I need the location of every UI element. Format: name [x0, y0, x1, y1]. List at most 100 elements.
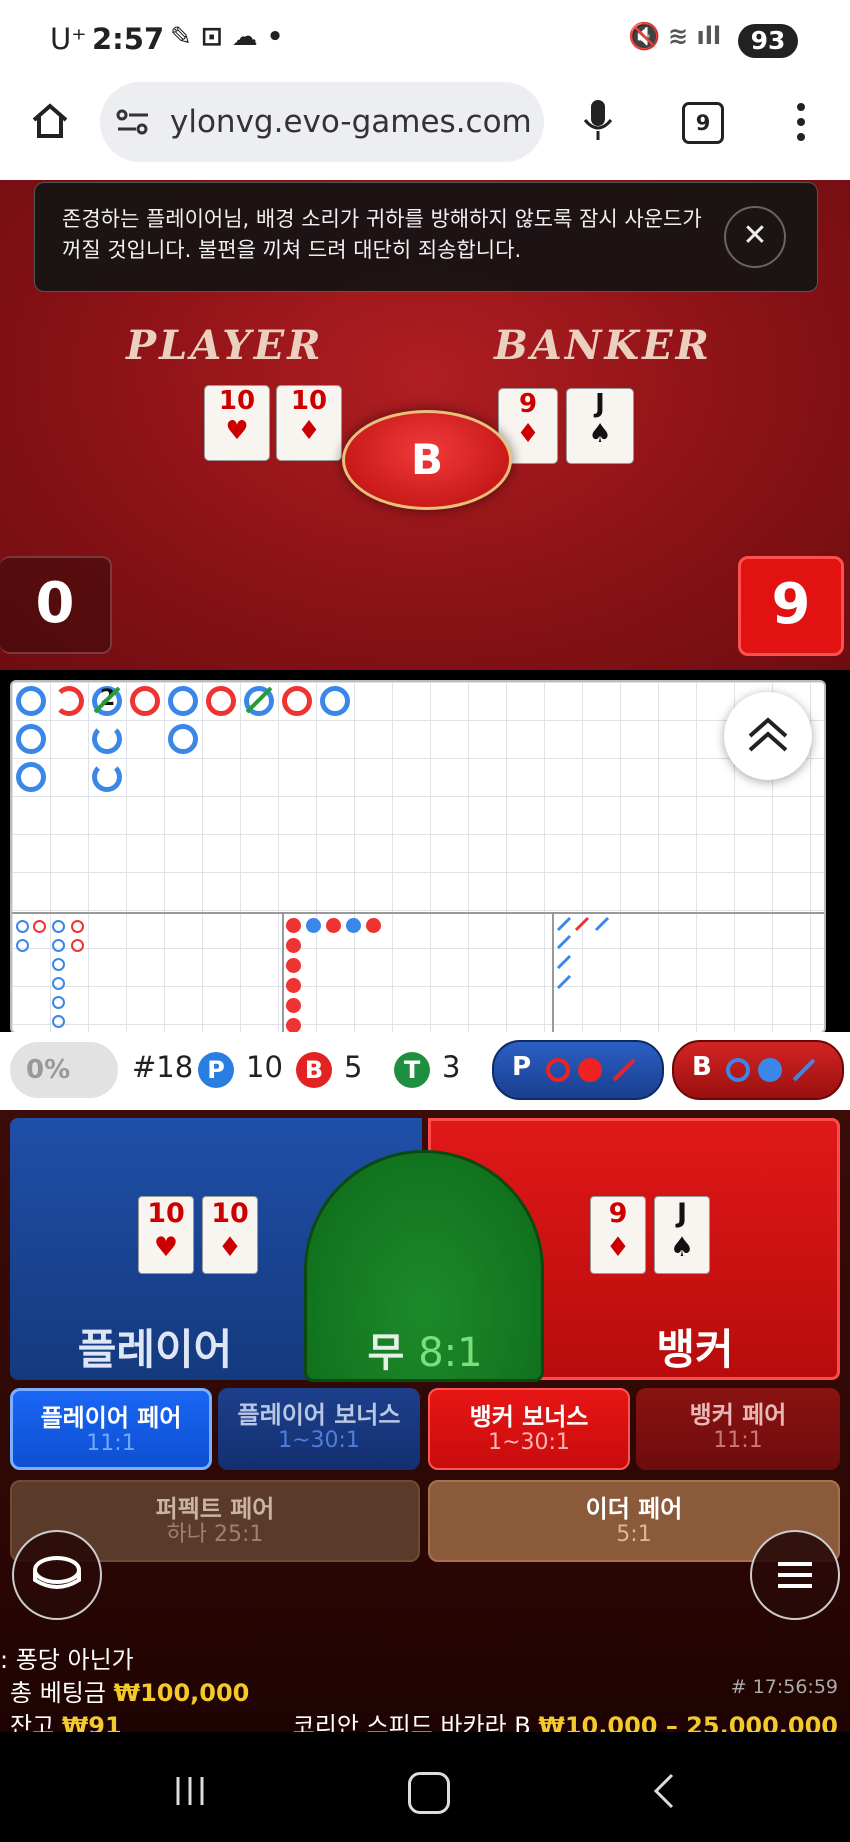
player-score: 0 [0, 556, 112, 654]
big-eye-mark [71, 920, 84, 933]
predict-small-road-icon [578, 1058, 602, 1082]
player-pair-odds: 11:1 [86, 1431, 136, 1456]
recent-apps-icon[interactable] [172, 1774, 208, 1808]
banker-pair-label: 뱅커 페어 [689, 1401, 787, 1429]
road-divider [282, 912, 284, 1032]
winner-badge: B [342, 410, 512, 510]
win-percent-toggle[interactable]: 0% [10, 1042, 118, 1098]
banker-count: 5 [344, 1050, 363, 1084]
small-road-dot [346, 918, 361, 933]
banker-predict-button[interactable]: B [672, 1040, 844, 1100]
small-road-dot [286, 1018, 301, 1033]
chip-stack-button[interactable] [12, 1530, 102, 1620]
sound-notice-toast: 존경하는 플레이어님, 배경 소리가 귀하를 방해하지 않도록 잠시 사운드가 … [34, 182, 818, 292]
small-road-dot [326, 918, 341, 933]
predict-big-eye-icon [546, 1058, 570, 1082]
bead-player [16, 724, 46, 754]
road-divider [12, 912, 824, 914]
player-bonus-bet[interactable]: 플레이어 보너스 1~30:1 [218, 1388, 420, 1470]
small-road-dot [286, 978, 301, 993]
bead-banker [206, 686, 236, 716]
big-eye-mark [52, 977, 65, 990]
site-settings-icon[interactable] [116, 108, 150, 136]
big-eye-mark [71, 939, 84, 952]
back-icon[interactable] [652, 1772, 676, 1810]
battery-indicator: 93 [738, 24, 798, 58]
small-road-dot [286, 958, 301, 973]
player-pair-label: 플레이어 페어 [40, 1404, 182, 1432]
close-icon[interactable]: ✕ [724, 206, 786, 268]
hamburger-icon [778, 1562, 812, 1588]
url-text[interactable]: ylonvg.evo-games.com [170, 104, 536, 140]
bead-banker [282, 686, 312, 716]
player-bet-card-2: 10 ♦ [202, 1196, 258, 1274]
bead-player [16, 762, 46, 792]
more-menu-icon[interactable] [796, 102, 806, 142]
bead-banker [130, 686, 160, 716]
tie-odds: 8:1 [418, 1330, 483, 1376]
banker-score: 9 [738, 556, 844, 656]
expand-roadmap-button[interactable] [724, 692, 812, 780]
notification-icons: ✎ ⊡ ☁ • [170, 22, 284, 52]
tie-count-value: 3 [442, 1050, 461, 1084]
total-bet-label: 총 베팅금 [10, 1679, 106, 1707]
player-card-1: 10 ♥ [204, 385, 270, 461]
cockroach-road [556, 916, 610, 990]
player-bonus-odds: 1~30:1 [278, 1428, 360, 1453]
banker-card-2: J ♠ [566, 388, 634, 464]
tab-count: 9 [695, 111, 711, 135]
banker-pair-bet[interactable]: 뱅커 페어 11:1 [636, 1388, 840, 1470]
player-count-badge: P [198, 1052, 234, 1088]
tie-label: 무 [367, 1330, 405, 1376]
home-icon[interactable] [28, 98, 72, 142]
player-count: 10 [246, 1050, 283, 1084]
big-eye-mark [52, 1015, 65, 1028]
carrier-label: U⁺ [50, 22, 87, 56]
banker-bet-card-2: J ♠ [654, 1196, 710, 1274]
banker-bonus-odds: 1~30:1 [488, 1430, 570, 1455]
chat-message: : 퐁당 아닌가 [0, 1646, 134, 1674]
win-percent: 0% [26, 1055, 71, 1085]
player-bet-label: 플레이어 [77, 1325, 233, 1374]
status-bar: U⁺ 2:57 ✎ ⊡ ☁ • 🔇 ≋ ıll 93 [0, 0, 850, 80]
predict-cockroach-icon [612, 1058, 636, 1082]
road-divider [552, 912, 554, 1032]
player-bet-card-1: 10 ♥ [138, 1196, 194, 1274]
bead-player [320, 686, 350, 716]
tab-switcher-button[interactable]: 9 [682, 102, 724, 144]
bead-player [92, 762, 122, 792]
banker-predict-label: B [692, 1052, 712, 1082]
player-predict-button[interactable]: P [492, 1040, 664, 1100]
microphone-icon[interactable] [582, 98, 614, 144]
predict-small-road-icon [758, 1058, 782, 1082]
menu-button[interactable] [750, 1530, 840, 1620]
banker-title: BANKER [494, 322, 712, 369]
game-time: # 17:56:59 [730, 1676, 838, 1698]
banker-count-badge: B [296, 1052, 332, 1088]
bead-player [168, 724, 198, 754]
banker-bonus-label: 뱅커 보너스 [469, 1403, 589, 1431]
small-road-dot [286, 938, 301, 953]
tie-count-badge: T [394, 1052, 430, 1088]
bead-banker [54, 686, 84, 716]
home-nav-icon[interactable] [408, 1772, 450, 1814]
sound-notice-text: 존경하는 플레이어님, 배경 소리가 귀하를 방해하지 않도록 잠시 사운드가 … [62, 207, 702, 262]
perfect-pair-label: 퍼펙트 페어 [155, 1495, 275, 1523]
player-predict-label: P [512, 1052, 532, 1082]
big-eye-mark [16, 939, 29, 952]
signal-icon: ≋ ıll [668, 22, 722, 50]
big-eye-mark [52, 920, 65, 933]
small-road-dot [286, 998, 301, 1013]
big-eye-mark [52, 996, 65, 1009]
big-eye-mark [33, 920, 46, 933]
player-bonus-label: 플레이어 보너스 [237, 1401, 401, 1429]
predict-cockroach-icon [792, 1058, 816, 1082]
player-pair-bet[interactable]: 플레이어 페어 11:1 [10, 1388, 212, 1470]
bead-player [16, 686, 46, 716]
small-road-dot [286, 918, 301, 933]
banker-bonus-bet[interactable]: 뱅커 보너스 1~30:1 [428, 1388, 630, 1470]
small-road-dot [306, 918, 321, 933]
player-title: PLAYER [126, 322, 324, 369]
either-pair-label: 이더 페어 [585, 1495, 683, 1523]
predict-big-eye-icon [726, 1058, 750, 1082]
